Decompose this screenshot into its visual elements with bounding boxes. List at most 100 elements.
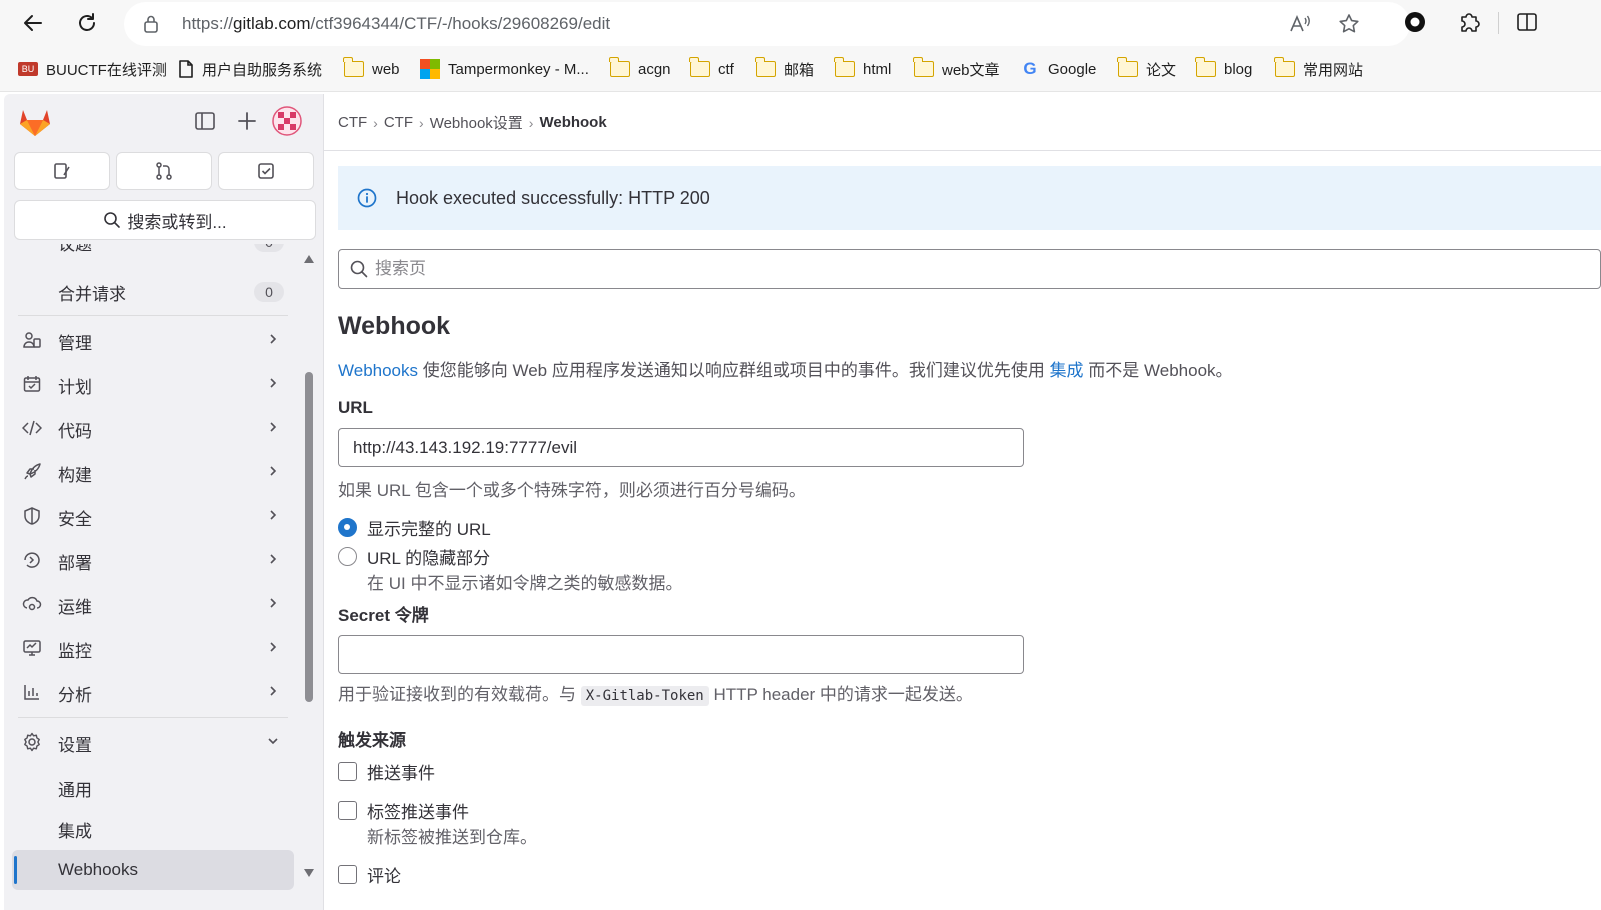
back-arrow-icon bbox=[24, 15, 42, 31]
plus-icon[interactable] bbox=[236, 110, 258, 132]
sidebar-search-button[interactable]: 搜索或转到... bbox=[14, 200, 316, 240]
bookmark-label: 常用网站 bbox=[1303, 61, 1364, 79]
sidebar-item-plan[interactable]: 计划 bbox=[4, 364, 300, 404]
sidebar-item-code[interactable]: 代码 bbox=[4, 408, 300, 448]
tab-issues[interactable] bbox=[14, 152, 110, 190]
cloud-gear-icon bbox=[22, 596, 42, 611]
chevron-right-icon bbox=[270, 642, 277, 652]
integrations-link[interactable]: 集成 bbox=[1050, 361, 1084, 380]
radio-mask-url[interactable]: URL 的隐藏部分 bbox=[338, 544, 490, 569]
reload-icon bbox=[79, 13, 95, 31]
bookmark-common-sites[interactable]: 常用网站 bbox=[1274, 57, 1364, 80]
merge-requests-count-badge: 0 bbox=[254, 282, 284, 302]
page-icon bbox=[179, 60, 193, 78]
secret-token-label: Secret 令牌 bbox=[338, 606, 429, 625]
description-text-end: 而不是 Webhook。 bbox=[1083, 361, 1233, 380]
lock-icon[interactable] bbox=[142, 14, 160, 34]
bookmark-label: acgn bbox=[638, 60, 671, 78]
bookmark-label: 论文 bbox=[1146, 61, 1177, 79]
user-avatar-icon[interactable] bbox=[272, 106, 302, 136]
bookmark-ctf[interactable]: ctf bbox=[689, 57, 734, 80]
read-aloud-icon[interactable] bbox=[1288, 12, 1312, 36]
checkbox-tag-push-events[interactable]: 标签推送事件 bbox=[338, 798, 469, 823]
url-label: URL bbox=[338, 398, 373, 417]
bookmark-html[interactable]: html bbox=[834, 57, 891, 80]
chevron-right-icon bbox=[270, 466, 277, 476]
sidebar-item-merge-requests[interactable]: 合并请求 bbox=[58, 280, 126, 305]
extension-circle-icon[interactable] bbox=[1402, 9, 1428, 35]
tab-merge-requests[interactable] bbox=[116, 152, 212, 190]
sidebar-item-issues[interactable]: 议题 bbox=[58, 244, 92, 255]
bookmark-acgn[interactable]: acgn bbox=[609, 57, 671, 80]
gitlab-logo-icon[interactable] bbox=[18, 106, 52, 138]
sidebar-item-manage[interactable]: 管理 bbox=[4, 320, 300, 360]
sidebar-item-integrations[interactable]: 集成 bbox=[58, 817, 92, 842]
scroll-down-arrow-icon[interactable] bbox=[303, 868, 315, 878]
bookmark-blog[interactable]: blog bbox=[1195, 57, 1252, 80]
breadcrumb-group[interactable]: CTF bbox=[338, 114, 367, 131]
extensions-puzzle-icon[interactable] bbox=[1456, 9, 1482, 35]
checkbox-push-events[interactable]: 推送事件 bbox=[338, 759, 435, 784]
monitor-icon bbox=[23, 640, 41, 656]
back-button[interactable] bbox=[16, 6, 50, 40]
reload-button[interactable] bbox=[70, 6, 104, 40]
bookmark-buuctf[interactable]: BU BUUCTF在线评测 bbox=[18, 58, 167, 80]
chevron-right-icon: › bbox=[528, 114, 534, 131]
bookmark-label: web bbox=[372, 60, 400, 78]
bookmark-label: Google bbox=[1048, 60, 1097, 78]
breadcrumb-webhook-settings[interactable]: Webhook设置 bbox=[430, 112, 523, 133]
bookmark-mail[interactable]: 邮箱 bbox=[755, 57, 814, 80]
radio-show-full-url[interactable]: 显示完整的 URL bbox=[338, 515, 491, 540]
url-input[interactable] bbox=[338, 428, 1024, 467]
checkbox[interactable] bbox=[338, 801, 357, 820]
sidebar-item-secure[interactable]: 安全 bbox=[4, 496, 300, 536]
bookmark-self-service[interactable]: 用户自助服务系统 bbox=[178, 58, 322, 80]
sidebar-item-general[interactable]: 通用 bbox=[58, 776, 92, 801]
tab-todos[interactable] bbox=[218, 152, 314, 190]
radio-checked[interactable] bbox=[338, 518, 357, 537]
webhooks-docs-link[interactable]: Webhooks bbox=[338, 361, 418, 380]
calendar-icon bbox=[23, 376, 41, 392]
sidebar-item-webhooks[interactable] bbox=[12, 850, 294, 890]
sidebar-item-deploy[interactable]: 部署 bbox=[4, 540, 300, 580]
secret-help-post: HTTP header 中的请求一起发送。 bbox=[708, 685, 973, 704]
radio-label: URL 的隐藏部分 bbox=[367, 549, 491, 568]
sidebar-toggle-icon[interactable] bbox=[194, 110, 216, 132]
sidebar-item-settings[interactable]: 设置 bbox=[4, 722, 300, 762]
checkbox[interactable] bbox=[338, 762, 357, 781]
gitlab-token-header-code: X-Gitlab-Token bbox=[580, 686, 709, 706]
bookmark-label: 用户自助服务系统 bbox=[202, 61, 323, 79]
page-search-input[interactable] bbox=[375, 259, 975, 279]
breadcrumb-project[interactable]: CTF bbox=[384, 114, 413, 131]
sidebar-item-operate[interactable]: 运维 bbox=[4, 584, 300, 624]
url-host: gitlab.com bbox=[233, 14, 311, 33]
favorite-star-icon[interactable] bbox=[1337, 12, 1361, 36]
bookmark-web[interactable]: web bbox=[343, 57, 400, 80]
sidebar-divider bbox=[18, 315, 288, 316]
sidebar-item-label: 代码 bbox=[58, 422, 92, 441]
bookmark-papers[interactable]: 论文 bbox=[1117, 57, 1177, 80]
sidebar-item-build[interactable]: 构建 bbox=[4, 452, 300, 492]
url-text[interactable]: https://gitlab.com/ctf3964344/CTF/-/hook… bbox=[182, 14, 610, 34]
sidebar-scrollbar[interactable] bbox=[302, 244, 316, 910]
sidebar-search-label: 搜索或转到... bbox=[127, 212, 227, 232]
bookmark-web-articles[interactable]: web文章 bbox=[913, 57, 1000, 80]
checkbox[interactable] bbox=[338, 865, 357, 884]
radio-unchecked[interactable] bbox=[338, 547, 357, 566]
sidebar-item-monitor[interactable]: 监控 bbox=[4, 628, 300, 668]
bookmark-google[interactable]: G Google bbox=[1020, 58, 1096, 80]
bookmark-label: ctf bbox=[718, 60, 734, 78]
sidebar-item-label: 分析 bbox=[58, 686, 92, 705]
secret-token-input[interactable] bbox=[338, 635, 1024, 674]
scroll-up-arrow-icon[interactable] bbox=[303, 254, 315, 264]
breadcrumb-current[interactable]: Webhook bbox=[539, 114, 606, 131]
split-screen-icon[interactable] bbox=[1514, 9, 1540, 35]
checkbox-comments[interactable]: 评论 bbox=[338, 862, 401, 887]
page-search[interactable] bbox=[338, 249, 1601, 289]
scrollbar-thumb[interactable] bbox=[305, 372, 313, 702]
address-bar[interactable]: https://gitlab.com/ctf3964344/CTF/-/hook… bbox=[124, 2, 1410, 46]
sidebar-item-analyze[interactable]: 分析 bbox=[4, 672, 300, 712]
info-icon bbox=[357, 188, 377, 208]
code-icon bbox=[22, 420, 42, 436]
bookmark-tampermonkey[interactable]: Tampermonkey - M... bbox=[420, 58, 589, 80]
